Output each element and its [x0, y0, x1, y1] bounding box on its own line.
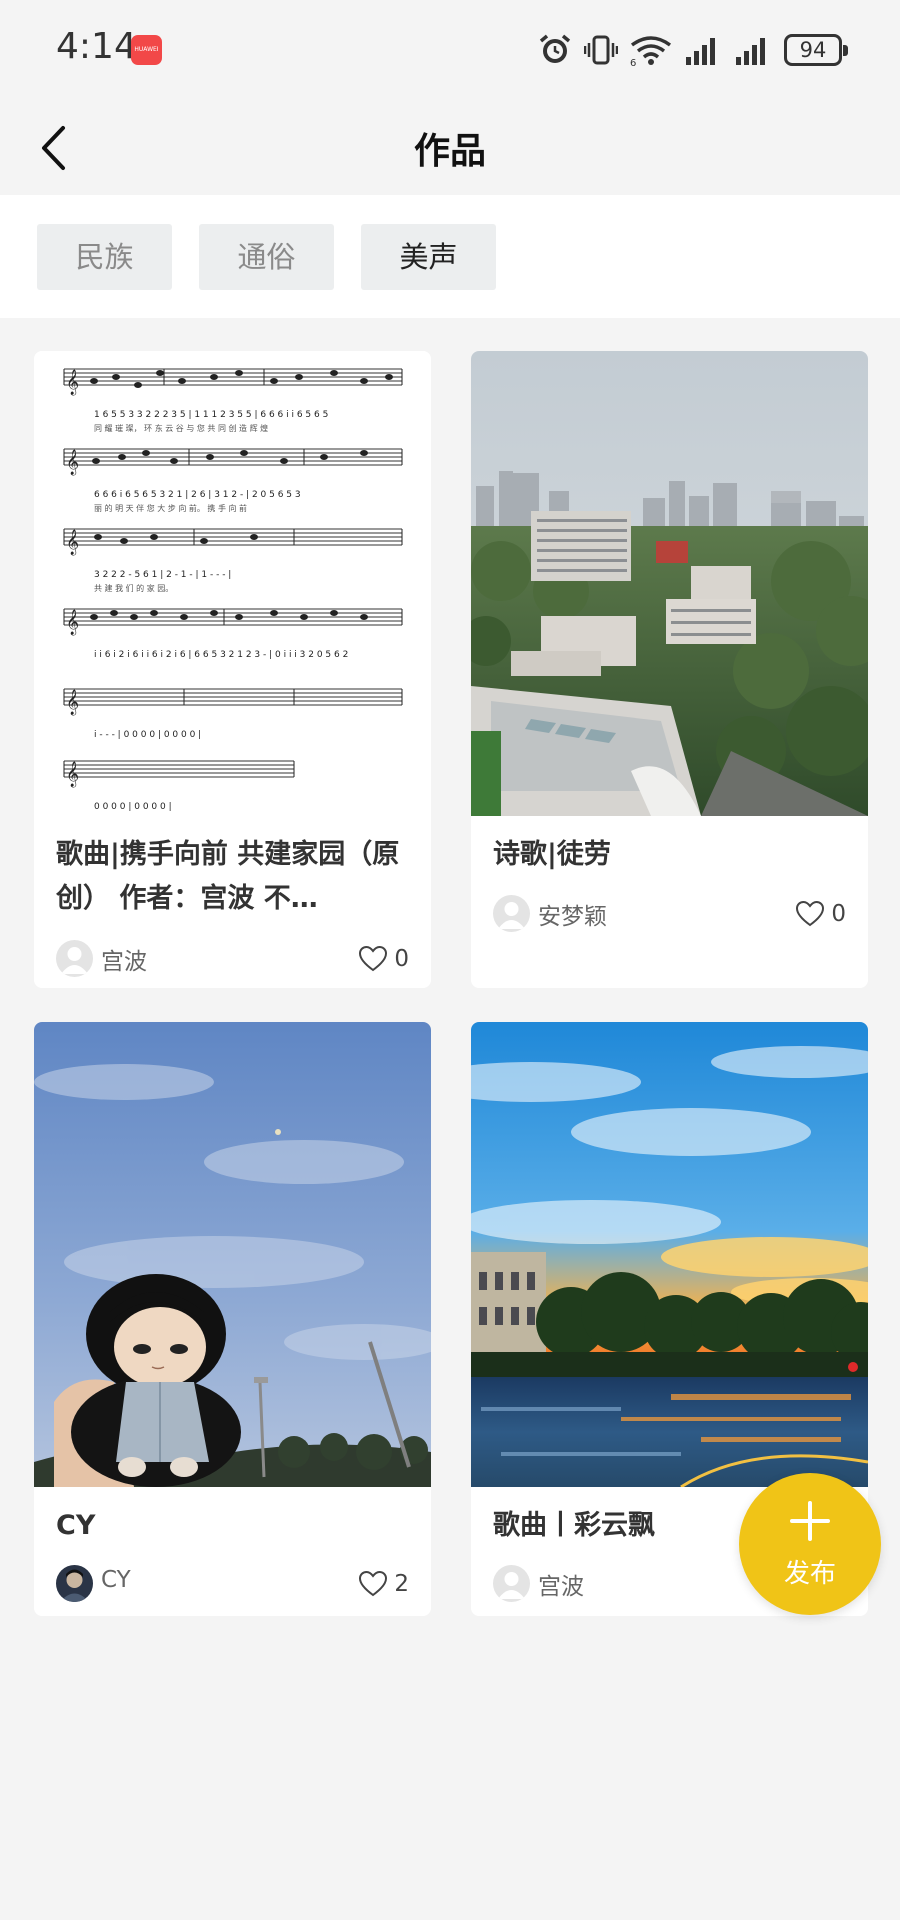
huawei-app-icon: HUAWEI: [131, 35, 162, 65]
signal-icon: [686, 38, 715, 65]
like-count: 2: [394, 1571, 409, 1597]
author-name[interactable]: CY: [101, 1567, 131, 1593]
avatar[interactable]: [56, 940, 93, 977]
avatar[interactable]: [493, 895, 530, 932]
page-title: 作品: [413, 130, 486, 172]
svg-text:i - - - | 0 0 0 0 | 0: i - - - | 0 0 0 0 | 0 0 0 0 |: [94, 730, 201, 740]
svg-text:6 6 6 i 6 5 6 5 3 2 1 | 2 6: 6 6 6 i 6 5 6 5 3 2 1 | 2 6 | 3 1 2 - | …: [94, 490, 301, 500]
svg-text:1 6 5 5 3 3 2 2 2 3 5 | 1 1: 1 6 5 5 3 3 2 2 2 3 5 | 1 1 1 2 3 5 5 | …: [94, 410, 328, 420]
category-filter-bar: 民族 通俗 美声: [0, 195, 900, 318]
like-button[interactable]: 0: [795, 896, 846, 932]
nav-bar: 作品: [0, 100, 900, 195]
work-card[interactable]: CY CY 2: [34, 1022, 431, 1616]
work-title: 诗歌|徒劳: [493, 839, 611, 870]
svg-text:i i 6 i 2 i 6 i i 6 i 2 i 6 |: i i 6 i 2 i 6 i i 6 i 2 i 6 | 6 6 5 3 2 …: [94, 650, 348, 660]
author-name[interactable]: 宫波: [101, 942, 147, 976]
like-count: 0: [394, 946, 409, 972]
work-cover-image: 1 6 5 5 3 3 2 2 2 3 5 | 1 1 1 2 3 5 5 | …: [34, 351, 431, 816]
avatar[interactable]: [493, 1565, 530, 1602]
plus-icon: [790, 1501, 830, 1541]
filter-chip-minzu[interactable]: 民族: [37, 224, 172, 290]
default-user-icon: [61, 947, 88, 974]
wifi-icon: 6: [630, 36, 672, 67]
status-icons: 6 94: [538, 30, 848, 70]
filter-chip-tongsu[interactable]: 通俗: [199, 224, 334, 290]
default-user-icon: [498, 1572, 525, 1599]
heart-icon: [359, 945, 388, 972]
status-bar: 4:14 HUAWEI 6 94: [0, 0, 900, 100]
svg-text:3 2 2 2 - 5 6 1 | 2 - 1 - | 1: 3 2 2 2 - 5 6 1 | 2 - 1 - | 1 - - - |: [94, 570, 231, 580]
heart-icon: [796, 900, 825, 927]
work-title: CY: [56, 1510, 96, 1541]
svg-text:丽 的 明 天 伴 您 大 步 向 前。: 丽 的 明 天 伴 您 大 步 向 前。 携 手 向 前: [94, 503, 247, 513]
work-card[interactable]: 1 6 5 5 3 3 2 2 2 3 5 | 1 1 1 2 3 5 5 | …: [34, 351, 431, 988]
user-photo-avatar: [56, 1565, 93, 1602]
publish-button[interactable]: 发布: [739, 1473, 881, 1615]
work-footer: 宫波 0: [56, 939, 409, 979]
work-footer: CY 2: [56, 1564, 409, 1604]
work-cover-image: [471, 351, 868, 816]
author-name[interactable]: 安梦颖: [538, 897, 607, 931]
alarm-icon: [539, 34, 571, 63]
vibrate-icon: [584, 35, 618, 65]
svg-text:共 建 我 们 的 家 园。: 共 建 我 们 的 家 园。: [94, 583, 173, 593]
like-button[interactable]: 2: [358, 1566, 409, 1602]
svg-text:同 耀 璀 璨， 环 东 云 谷 与 您 共 同: 同 耀 璀 璨， 环 东 云 谷 与 您 共 同 创 造 辉 煌: [94, 423, 268, 433]
default-user-icon: [498, 902, 525, 929]
publish-label: 发布: [783, 1559, 836, 1589]
work-cover-image: [471, 1022, 868, 1487]
svg-text:6: 6: [630, 58, 636, 67]
like-count: 0: [831, 901, 846, 927]
svg-text:𝄞: 𝄞: [66, 529, 79, 555]
author-name[interactable]: 宫波: [538, 1567, 584, 1601]
svg-text:𝄞: 𝄞: [66, 761, 79, 787]
svg-text:0 0 0 0 | 0 0 0 0 |: 0 0 0 0 | 0 0 0 0 |: [94, 802, 172, 812]
filter-chip-meisheng[interactable]: 美声: [361, 224, 496, 290]
svg-text:𝄞: 𝄞: [66, 449, 79, 475]
svg-text:𝄞: 𝄞: [66, 369, 79, 395]
heart-icon: [359, 1570, 388, 1597]
work-footer: 安梦颖 0: [493, 894, 846, 934]
signal-icon-2: [736, 38, 765, 65]
status-time: 4:14: [56, 26, 137, 67]
like-button[interactable]: 0: [358, 941, 409, 977]
work-card[interactable]: 诗歌|徒劳 安梦颖 0: [471, 351, 868, 988]
svg-text:𝄞: 𝄞: [66, 609, 79, 635]
svg-text:𝄞: 𝄞: [66, 689, 79, 715]
avatar[interactable]: [56, 1565, 93, 1602]
battery-indicator: 94: [784, 34, 848, 66]
work-title: 歌曲|携手向前 共建家园（原创） 作者：宫波 不…: [56, 839, 400, 914]
work-cover-image: [34, 1022, 431, 1487]
